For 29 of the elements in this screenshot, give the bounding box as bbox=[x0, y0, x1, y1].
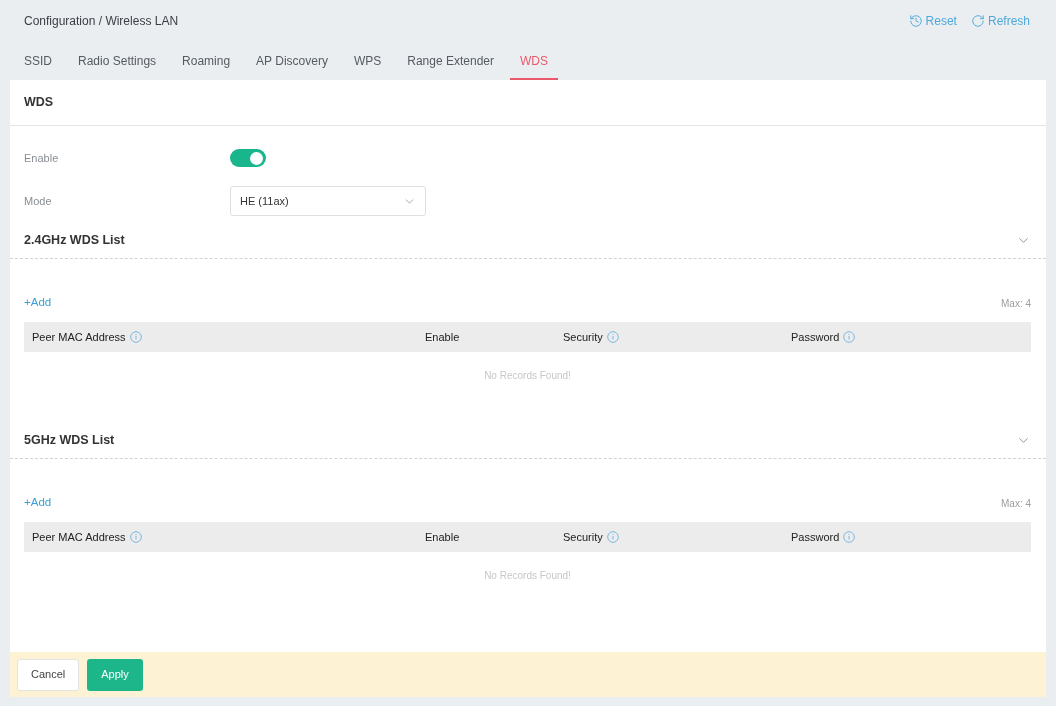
tab[interactable]: Range Extender bbox=[397, 44, 504, 80]
section-title: 5GHz WDS List bbox=[24, 431, 115, 449]
column-header: Password bbox=[791, 529, 840, 545]
column-header: Peer MAC Address bbox=[32, 329, 126, 345]
refresh-icon bbox=[970, 14, 985, 28]
empty-table-message: No Records Found! bbox=[484, 368, 571, 383]
mode-select[interactable]: HE (11ax) bbox=[230, 186, 426, 216]
tab[interactable]: Roaming bbox=[172, 44, 241, 80]
field-label: Mode bbox=[24, 193, 53, 209]
max-entries-text: Max: 4 bbox=[1001, 496, 1031, 511]
tab[interactable]: Radio Settings bbox=[68, 44, 167, 80]
tab[interactable]: AP Discovery bbox=[246, 44, 338, 80]
toggle-switch[interactable] bbox=[230, 149, 266, 167]
tab[interactable]: SSID bbox=[14, 44, 62, 80]
empty-table-message: No Records Found! bbox=[484, 568, 571, 583]
column-header: Peer MAC Address bbox=[32, 529, 126, 545]
column-header: Enable bbox=[425, 529, 460, 545]
column-header: Security bbox=[563, 329, 603, 345]
history-icon bbox=[908, 14, 923, 28]
column-header: Enable bbox=[425, 329, 460, 345]
breadcrumb: Configuration / Wireless LAN bbox=[24, 13, 179, 30]
tab[interactable]: WPS bbox=[343, 44, 392, 80]
cancel-button[interactable]: Cancel bbox=[17, 658, 80, 691]
column-header: Password bbox=[791, 329, 840, 345]
section-title: 2.4GHz WDS List bbox=[24, 231, 125, 249]
max-entries-text: Max: 4 bbox=[1001, 296, 1031, 311]
field-label: Enable bbox=[24, 150, 60, 166]
column-header: Security bbox=[563, 529, 603, 545]
panel-title: WDS bbox=[24, 94, 54, 112]
